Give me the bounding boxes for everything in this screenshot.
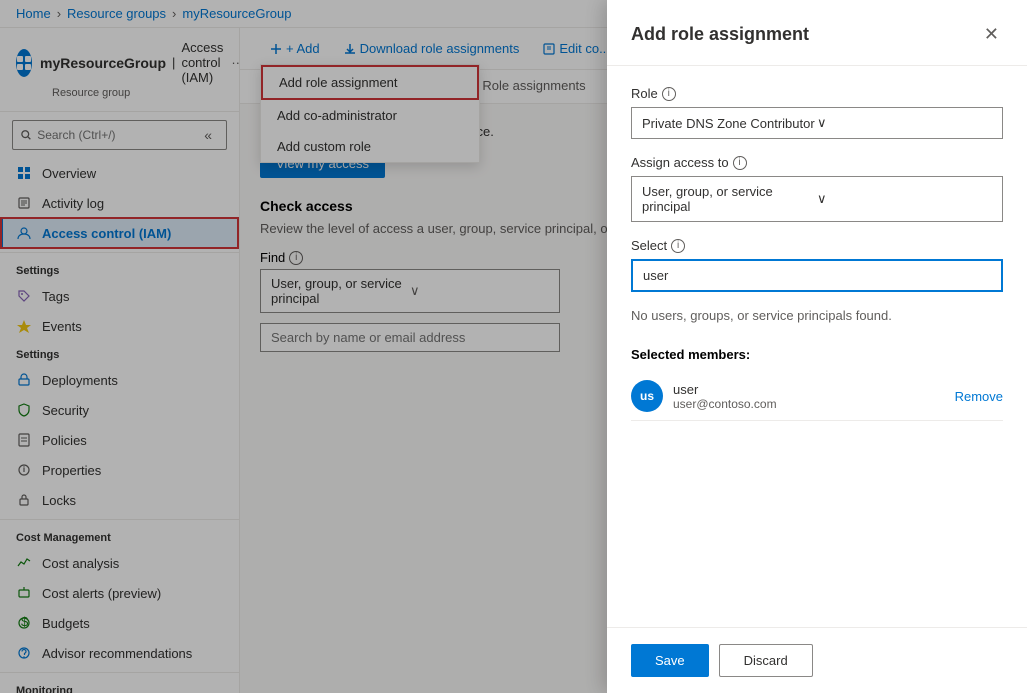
- discard-button[interactable]: Discard: [719, 644, 813, 677]
- no-results-text: No users, groups, or service principals …: [631, 308, 1003, 323]
- selected-members-label: Selected members:: [631, 347, 1003, 362]
- member-email: user@contoso.com: [673, 397, 945, 411]
- assign-access-dropdown[interactable]: User, group, or service principal ∨: [631, 176, 1003, 222]
- close-panel-button[interactable]: ✕: [980, 20, 1003, 49]
- panel-footer: Save Discard: [607, 627, 1027, 693]
- assign-access-label: Assign access to i: [631, 155, 1003, 170]
- assign-access-info-icon[interactable]: i: [733, 156, 747, 170]
- remove-member-link[interactable]: Remove: [955, 389, 1003, 404]
- role-field-label: Role i: [631, 86, 1003, 101]
- role-info-icon[interactable]: i: [662, 87, 676, 101]
- role-dropdown[interactable]: Private DNS Zone Contributor ∨: [631, 107, 1003, 139]
- member-avatar: us: [631, 380, 663, 412]
- panel-header: Add role assignment ✕: [607, 0, 1027, 66]
- role-dropdown-chevron: ∨: [817, 115, 992, 131]
- member-name: user: [673, 382, 945, 397]
- select-info-icon[interactable]: i: [671, 239, 685, 253]
- select-field-label: Select i: [631, 238, 1003, 253]
- member-info: user user@contoso.com: [673, 382, 945, 411]
- panel-title: Add role assignment: [631, 24, 809, 45]
- panel-body: Role i Private DNS Zone Contributor ∨ As…: [607, 66, 1027, 627]
- member-item: us user user@contoso.com Remove: [631, 372, 1003, 421]
- assign-access-chevron: ∨: [817, 191, 992, 207]
- selected-members-section: Selected members: us user user@contoso.c…: [631, 347, 1003, 421]
- select-input[interactable]: [631, 259, 1003, 292]
- save-button[interactable]: Save: [631, 644, 709, 677]
- add-role-assignment-panel: Add role assignment ✕ Role i Private DNS…: [607, 0, 1027, 693]
